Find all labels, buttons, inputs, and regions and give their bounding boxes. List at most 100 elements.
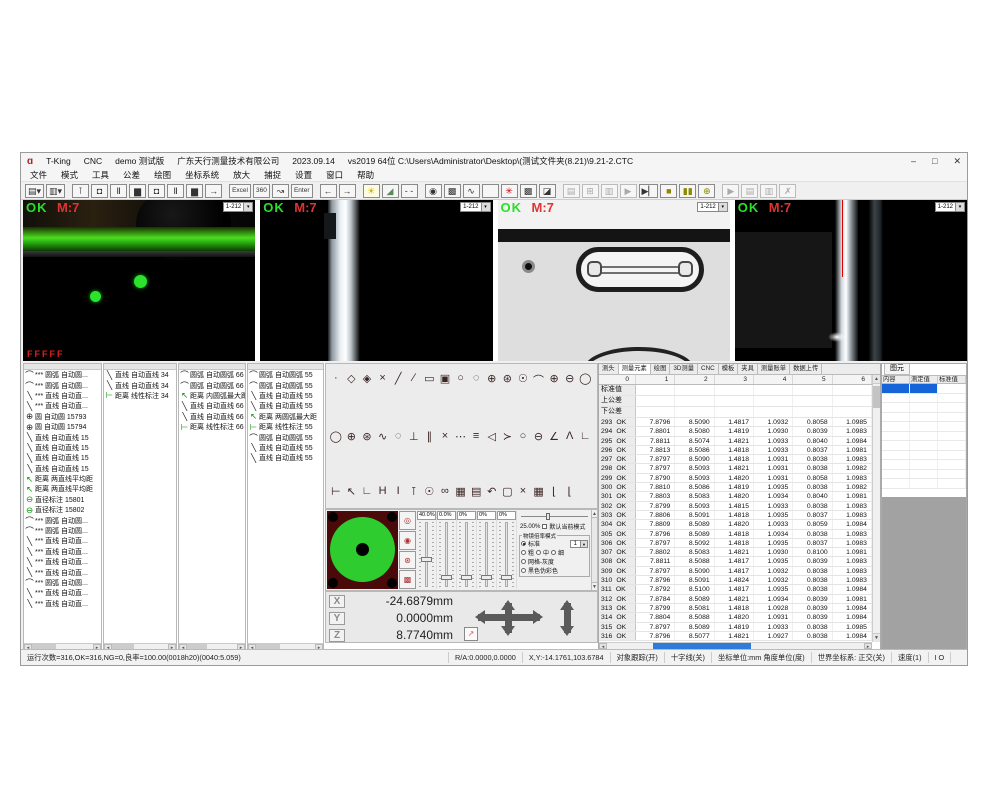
table-row[interactable]: 303OK7.88068.50911.48181.09350.80371.098… — [599, 511, 872, 520]
list-item[interactable]: ╲直线 自动直线 34 — [104, 380, 176, 390]
list-item[interactable]: ↖距离 两圆弧最大距 — [248, 412, 323, 422]
tab-3D测量[interactable]: 3D测量 — [670, 364, 698, 374]
palette-tool-icon[interactable]: ∟ — [359, 485, 375, 498]
palette-tool-icon[interactable]: ∟ — [578, 430, 594, 443]
table-row[interactable]: 309OK7.87978.50901.48171.09320.80381.098… — [599, 567, 872, 576]
palette-tool-icon[interactable]: ⊢ — [328, 485, 344, 498]
tab-element[interactable]: 图元 — [884, 364, 910, 375]
element-row[interactable] — [882, 470, 966, 480]
palette-tool-icon[interactable]: ⊛ — [359, 430, 375, 443]
table-row[interactable]: 306OK7.87978.50921.48181.09350.80371.098… — [599, 539, 872, 548]
table-row[interactable]: 311OK7.87928.51001.48171.09350.80381.098… — [599, 585, 872, 594]
scroll-up-icon[interactable]: ▲ — [873, 375, 880, 384]
palette-tool-icon[interactable]: ↶ — [484, 485, 500, 498]
palette-tool-icon[interactable]: × — [515, 485, 531, 498]
tab-测头[interactable]: 测头 — [599, 364, 619, 374]
palette-tool-icon[interactable]: ⊖ — [531, 430, 547, 443]
list-item[interactable]: ╲直线 自动直线 66 — [179, 401, 245, 411]
z-jog-arrows[interactable] — [564, 603, 571, 633]
palette-tool-icon[interactable]: ○ — [453, 372, 469, 388]
element-row[interactable] — [882, 394, 966, 404]
list-item[interactable]: ╲直线 自动直线 34 — [104, 370, 176, 380]
list-item[interactable]: ╲直线 自动直线 55 — [248, 443, 323, 453]
tab-数据上传[interactable]: 数据上传 — [790, 364, 822, 374]
palette-tool-icon[interactable]: ∿ — [375, 430, 391, 443]
slider-thumb[interactable] — [461, 575, 472, 580]
palette-tool-icon[interactable]: ◯ — [578, 372, 594, 388]
palette-tool-icon[interactable]: × — [375, 372, 391, 388]
standard-radio[interactable] — [521, 541, 526, 546]
list-item[interactable]: ⌒*** 圆弧 自动圆... — [24, 380, 101, 390]
palette-tool-icon[interactable]: ⊕ — [546, 372, 562, 388]
light-channel-slider[interactable]: 0% — [477, 511, 497, 589]
palette-tool-icon[interactable]: ⊖ — [562, 372, 578, 388]
element-row[interactable] — [882, 403, 966, 413]
list-item[interactable]: ╲直线 自动直线 15 — [24, 464, 101, 474]
table-row[interactable]: 298OK7.87978.50931.48211.09310.80381.098… — [599, 464, 872, 473]
enter-button[interactable]: Enter — [291, 184, 313, 198]
table-row[interactable]: 300OK7.88108.50861.48191.09350.80381.098… — [599, 483, 872, 492]
wave-button[interactable]: ∿ — [463, 184, 480, 198]
palette-tool-icon[interactable]: ☉ — [422, 485, 438, 498]
list-item[interactable]: ⌒圆弧 自动圆弧 55 — [248, 380, 323, 390]
table-row[interactable]: 299OK7.87908.50931.48201.09310.80581.098… — [599, 474, 872, 483]
pseudo-color-radio[interactable] — [521, 568, 526, 573]
palette-tool-icon[interactable]: ∞ — [437, 485, 453, 498]
light-channel-slider[interactable]: 0.0% — [437, 511, 457, 589]
table-row[interactable]: 295OK7.88118.50741.48211.09330.80401.098… — [599, 437, 872, 446]
palette-tool-icon[interactable]: ⌒ — [531, 372, 547, 388]
list-item[interactable]: ⌒圆弧 自动圆弧 55 — [248, 370, 323, 380]
list-item[interactable]: ⊕圆 自动圆 15794 — [24, 422, 101, 432]
menu-item[interactable]: 工具 — [85, 169, 116, 181]
save-button[interactable]: ▤▾ — [25, 184, 44, 198]
list-item[interactable]: ╲直线 自动直线 55 — [248, 453, 323, 463]
menu-item[interactable]: 文件 — [23, 169, 54, 181]
slider-thumb[interactable] — [481, 575, 492, 580]
image-view-button[interactable]: ◢ — [382, 184, 399, 198]
camera-view-3[interactable]: OK M:7 1-212 ▾ — [498, 200, 730, 361]
excel-export-button[interactable]: Excel — [229, 184, 251, 198]
maximize-button[interactable]: □ — [932, 156, 937, 167]
list-item[interactable]: ⊢距离 线性标注 55 — [248, 422, 323, 432]
chart-button[interactable]: ◪ — [539, 184, 556, 198]
back-light-button[interactable]: ▩ — [399, 570, 416, 589]
stop-button[interactable]: ■ — [660, 184, 677, 198]
probe-down-button[interactable]: ◘ — [148, 184, 165, 198]
list-item[interactable]: ╲*** 直线 自动直... — [24, 391, 101, 401]
palette-tool-icon[interactable]: ▦ — [453, 485, 469, 498]
y-jog-arrows[interactable] — [505, 603, 512, 633]
table-row[interactable]: 308OK7.88118.50881.48171.09350.80391.098… — [599, 557, 872, 566]
light-bulb-button[interactable]: ☀ — [363, 184, 380, 198]
play-button[interactable]: ▶ — [620, 184, 637, 198]
palette-tool-icon[interactable]: ⊥ — [406, 430, 422, 443]
slider-thumb[interactable] — [421, 557, 432, 562]
scroll-up-icon[interactable]: ▲ — [592, 510, 597, 518]
palette-tool-icon[interactable]: ▣ — [437, 372, 453, 388]
camera2-magnification-combo[interactable]: 1-212 ▾ — [460, 202, 490, 212]
table-row[interactable]: 302OK7.87998.50931.48151.09330.80381.098… — [599, 502, 872, 511]
table-row[interactable]: 294OK7.88018.50801.48191.09300.80391.098… — [599, 427, 872, 436]
palette-tool-icon[interactable]: ∥ — [422, 430, 438, 443]
table-row[interactable]: 312OK7.87848.50891.48211.09340.80391.098… — [599, 595, 872, 604]
print-button[interactable]: ⊞ — [582, 184, 599, 198]
palette-tool-icon[interactable]: ▤ — [468, 485, 484, 498]
redo-button[interactable]: → — [339, 184, 356, 198]
element-row[interactable] — [882, 460, 966, 470]
palette-tool-icon[interactable]: ⋯ — [453, 430, 469, 443]
chevron-down-icon[interactable]: ▾ — [243, 203, 252, 211]
palette-tool-icon[interactable]: ☉ — [515, 372, 531, 388]
menu-item[interactable]: 模式 — [54, 169, 85, 181]
tab-测量元素[interactable]: 测量元素 — [619, 364, 651, 374]
open-result-button[interactable]: ▥ — [760, 184, 777, 198]
list-item[interactable]: ╲*** 直线 自动直... — [24, 401, 101, 411]
scroll-down-icon[interactable]: ▼ — [592, 582, 597, 590]
scrollbar-thumb[interactable] — [873, 386, 880, 408]
palette-tool-icon[interactable]: ▢ — [500, 485, 516, 498]
palette-tool-icon[interactable]: ▭ — [422, 372, 438, 388]
table-row[interactable]: 310OK7.87968.50911.48241.09320.80381.098… — [599, 576, 872, 585]
slider-thumb[interactable] — [441, 575, 452, 580]
run-tool-button[interactable]: ⊕ — [698, 184, 715, 198]
stage-move-button[interactable]: → — [205, 184, 222, 198]
list-item[interactable]: ╲直线 自动直线 15 — [24, 453, 101, 463]
focus-down-button[interactable]: ▆ — [186, 184, 203, 198]
